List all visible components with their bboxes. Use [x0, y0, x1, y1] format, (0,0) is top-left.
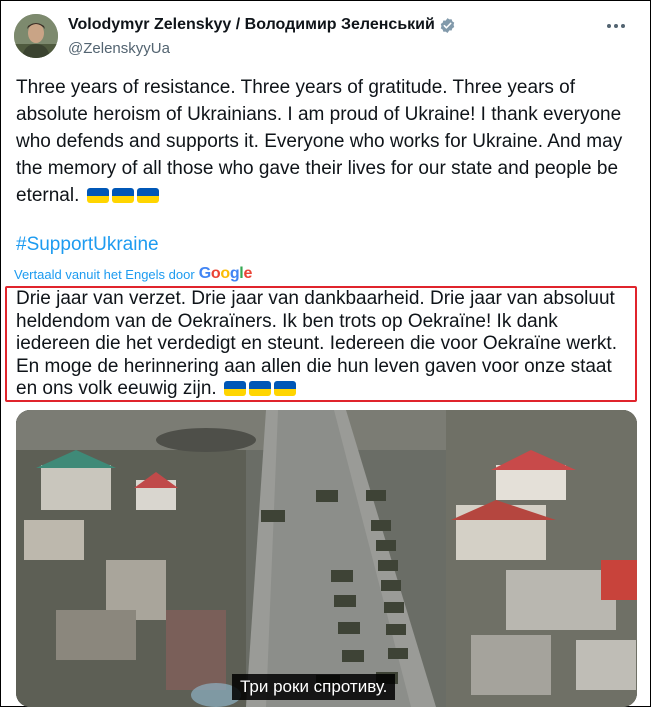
hashtag-link[interactable]: #SupportUkraine — [16, 234, 159, 256]
ukraine-flag-icon — [136, 188, 159, 204]
more-options-icon[interactable] — [604, 16, 628, 36]
flag-emojis — [86, 188, 159, 204]
translated-by-label: Vertaald vanuit het Engels door — [14, 266, 195, 282]
google-logo: Google — [198, 265, 253, 282]
author-handle[interactable]: @ZelenskyyUa — [68, 40, 170, 57]
video-frame-image — [16, 410, 637, 707]
verified-badge-icon — [439, 17, 456, 34]
tweet-header: Volodymyr Zelenskyy / Володимир Зеленськ… — [14, 10, 634, 62]
ukraine-flag-icon — [86, 188, 109, 204]
ukraine-flag-icon — [223, 381, 246, 397]
avatar[interactable] — [14, 14, 58, 58]
video-player[interactable]: Три роки спротиву. — [16, 410, 637, 707]
translated-text: Drie jaar van verzet. Drie jaar van dank… — [16, 288, 634, 401]
ukraine-flag-icon — [111, 188, 134, 204]
translation-attribution[interactable]: Vertaald vanuit het Engels door Google — [14, 265, 252, 283]
translated-text-content: Drie jaar van verzet. Drie jaar van dank… — [16, 288, 617, 399]
ukraine-flag-icon — [273, 381, 296, 397]
tweet-text-content: Three years of resistance. Three years o… — [16, 77, 623, 206]
ukraine-flag-icon — [248, 381, 271, 397]
author-name[interactable]: Volodymyr Zelenskyy / Володимир Зеленськ… — [68, 16, 435, 34]
video-subtitle: Три роки спротиву. — [232, 674, 396, 700]
flag-emojis — [223, 381, 296, 397]
tweet-text: Three years of resistance. Three years o… — [16, 74, 636, 209]
